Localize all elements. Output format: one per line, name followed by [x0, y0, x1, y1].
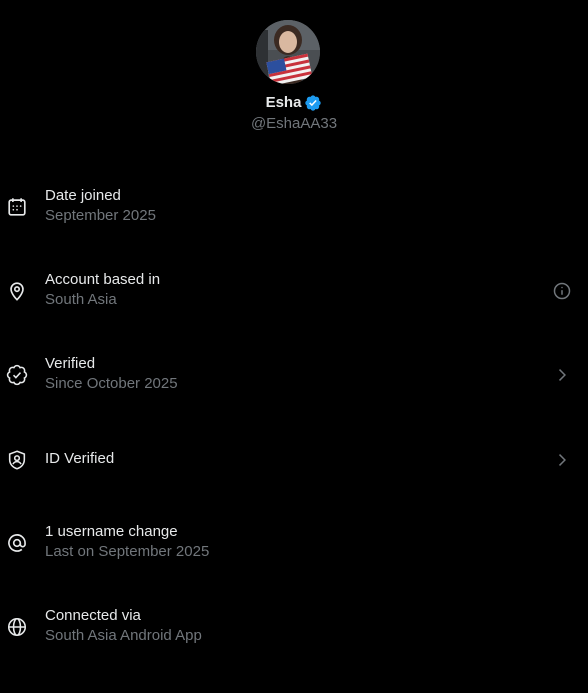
row-id-verified[interactable]: ID Verified	[0, 416, 588, 500]
row-title: ID Verified	[45, 450, 115, 467]
row-date-joined: Date joined September 2025	[0, 164, 588, 248]
row-verified[interactable]: Verified Since October 2025	[0, 332, 588, 416]
row-subtitle: Since October 2025	[45, 375, 178, 392]
row-account-based-in: Account based in South Asia	[0, 248, 588, 332]
row-subtitle: Last on September 2025	[45, 543, 210, 560]
row-username-change: 1 username change Last on September 2025	[0, 500, 588, 584]
globe-icon	[6, 616, 28, 638]
name-row: Esha	[0, 92, 588, 114]
location-pin-icon	[6, 280, 28, 302]
info-icon[interactable]	[552, 281, 572, 301]
avatar-image	[256, 20, 320, 84]
row-title: Date joined	[45, 187, 121, 204]
avatar[interactable]	[256, 20, 320, 84]
row-subtitle: South Asia	[45, 291, 117, 308]
profile-header: Esha @EshaAA33	[0, 0, 588, 140]
verified-badge-icon	[304, 94, 322, 112]
account-info-list: Date joined September 2025 Account based…	[0, 164, 588, 668]
verified-seal-icon	[6, 364, 28, 386]
chevron-right-icon[interactable]	[552, 365, 572, 385]
display-name[interactable]: Esha	[266, 93, 302, 113]
row-subtitle: South Asia Android App	[45, 627, 202, 644]
username-handle: @EshaAA33	[250, 115, 338, 132]
row-title: Verified	[45, 355, 96, 372]
row-title: Connected via	[45, 607, 141, 624]
calendar-icon	[6, 196, 28, 218]
row-connected-via: Connected via South Asia Android App	[0, 584, 588, 668]
id-shield-icon	[6, 449, 28, 471]
chevron-right-icon[interactable]	[552, 450, 572, 470]
at-sign-icon	[6, 532, 28, 554]
row-subtitle: September 2025	[45, 207, 156, 224]
row-title: Account based in	[45, 271, 161, 288]
row-title: 1 username change	[45, 523, 178, 540]
